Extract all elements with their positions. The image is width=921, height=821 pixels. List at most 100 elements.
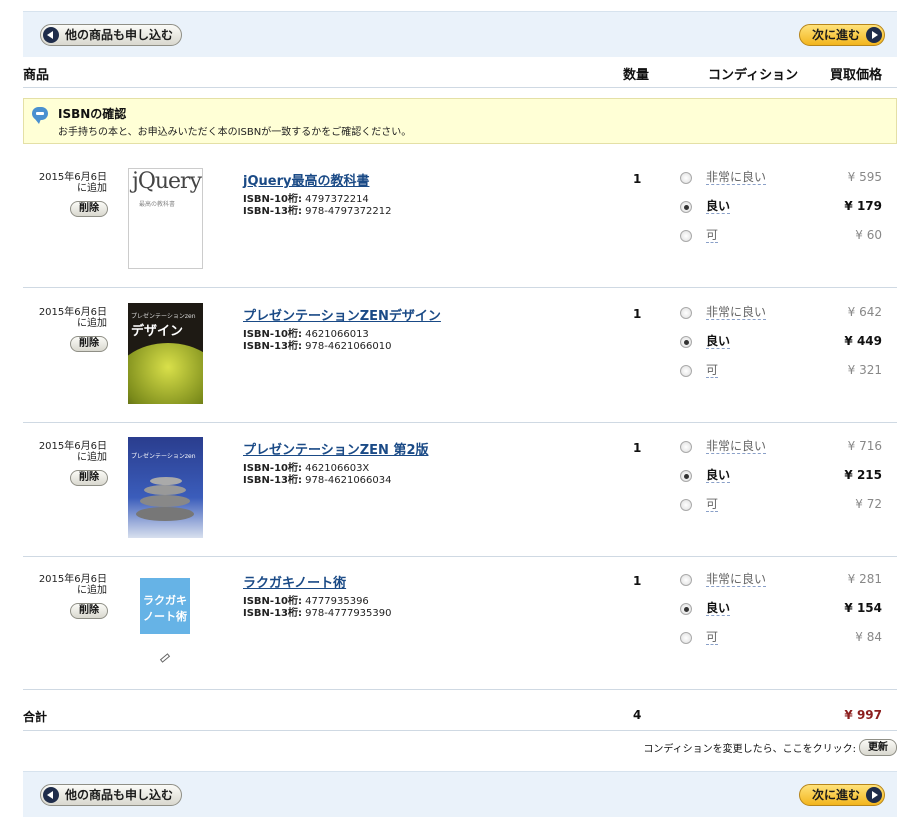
condition-option[interactable]: 非常に良い: [680, 571, 767, 589]
header-quantity: 数量: [623, 68, 650, 83]
update-hint: コンディションを変更したら、ここをクリック:: [643, 744, 856, 755]
table-header: 商品 数量 コンディション 買取価格: [23, 56, 897, 88]
isbn13-line: ISBN-13桁: 978-4621066034: [243, 475, 392, 486]
condition-price: ¥ 716: [847, 439, 882, 453]
item-quantity: 1: [633, 441, 642, 455]
delete-button[interactable]: 削除: [70, 603, 108, 619]
condition-label[interactable]: 非常に良い: [706, 440, 767, 454]
added-date: 2015年6月6日 に追加: [38, 307, 107, 329]
arrow-left-icon: [43, 786, 59, 803]
total-row: 合計 4 ¥ 997: [23, 700, 897, 731]
isbn13-line: ISBN-13桁: 978-4777935390: [243, 608, 392, 619]
condition-label[interactable]: 可: [706, 498, 719, 512]
next-step-button[interactable]: 次に進む: [798, 23, 885, 46]
radio-button[interactable]: [680, 307, 692, 319]
condition-price: ¥ 642: [847, 305, 882, 319]
back-shopping-button[interactable]: 他の商品も申し込む: [40, 783, 183, 806]
condition-label[interactable]: 可: [706, 631, 719, 645]
radio-button[interactable]: [680, 172, 692, 184]
condition-label[interactable]: 良い: [706, 335, 731, 349]
radio-button[interactable]: [680, 632, 692, 644]
radio-button[interactable]: [680, 441, 692, 453]
condition-price: ¥ 215: [844, 468, 882, 482]
condition-label[interactable]: 非常に良い: [706, 306, 767, 320]
condition-option[interactable]: 可: [680, 629, 719, 647]
condition-price: ¥ 179: [844, 199, 882, 213]
condition-option[interactable]: 良い: [680, 198, 731, 216]
total-price: ¥ 997: [844, 708, 882, 722]
table-row: 2015年6月6日 に追加削除 プレゼンテーションzen デザイン プレゼンテーションZ…: [23, 289, 897, 423]
update-area: コンディションを変更したら、ここをクリック: 更新: [643, 739, 897, 756]
book-title-link[interactable]: プレゼンテーションZENデザイン: [243, 305, 441, 324]
condition-price: ¥ 60: [855, 228, 882, 242]
speech-bubble-icon: [32, 107, 48, 124]
book-title-link[interactable]: ラクガキノート術: [243, 572, 346, 591]
total-quantity: 4: [633, 708, 642, 722]
delete-button[interactable]: 削除: [70, 201, 108, 217]
radio-button[interactable]: [680, 230, 692, 242]
table-row: 2015年6月6日 に追加 削除 ラクガキ ノート術 ラクガキノート術 ISBN-10桁: …: [23, 556, 897, 690]
radio-button[interactable]: [680, 499, 692, 511]
condition-price: ¥ 449: [844, 334, 882, 348]
item-quantity: 1: [633, 307, 642, 321]
condition-option[interactable]: 良い: [680, 467, 731, 485]
back-shopping-button[interactable]: 他の商品も申し込む: [40, 23, 183, 46]
condition-label[interactable]: 可: [706, 364, 719, 378]
item-quantity: 1: [633, 574, 642, 588]
radio-button[interactable]: [680, 365, 692, 377]
radio-button[interactable]: [680, 603, 692, 615]
item-quantity: 1: [633, 172, 642, 186]
condition-price: ¥ 154: [844, 601, 882, 615]
arrow-right-icon: [866, 26, 882, 43]
isbn-notice-title: ISBNの確認: [58, 107, 127, 121]
condition-label[interactable]: 非常に良い: [706, 573, 767, 587]
delete-button[interactable]: 削除: [70, 470, 108, 486]
update-button[interactable]: 更新: [859, 739, 897, 756]
table-row: 2015年6月6日 に追加削除 jQuery 最高の教科書 jQuery最高の教科書 IS…: [23, 154, 897, 288]
header-condition: コンディション: [708, 68, 799, 83]
top-nav-bar: 他の商品も申し込む 次に進む: [23, 11, 897, 57]
condition-option[interactable]: 可: [680, 227, 719, 245]
radio-button[interactable]: [680, 574, 692, 586]
bottom-nav-bar: 他の商品も申し込む 次に進む: [23, 771, 897, 817]
condition-label[interactable]: 良い: [706, 469, 731, 483]
isbn-notice-desc: お手持ちの本と、お申込みいただく本のISBNが一致するかをご確認ください。: [58, 127, 412, 138]
isbn13-line: ISBN-13桁: 978-4797372212: [243, 206, 392, 217]
condition-price: ¥ 321: [847, 363, 882, 377]
added-date: 2015年6月6日 に追加: [38, 441, 107, 463]
condition-option[interactable]: 非常に良い: [680, 304, 767, 322]
radio-button[interactable]: [680, 201, 692, 213]
book-title-link[interactable]: プレゼンテーションZEN 第2版: [243, 439, 429, 458]
condition-option[interactable]: 良い: [680, 600, 731, 618]
book-cover: ラクガキ ノート術: [128, 570, 203, 671]
arrow-right-icon: [866, 786, 882, 803]
next-step-button[interactable]: 次に進む: [798, 783, 885, 806]
condition-option[interactable]: 非常に良い: [680, 169, 767, 187]
book-cover: プレゼンテーションzen デザイン: [128, 303, 203, 404]
delete-button[interactable]: 削除: [70, 336, 108, 352]
condition-price: ¥ 84: [855, 630, 882, 644]
condition-label[interactable]: 可: [706, 229, 719, 243]
total-label: 合計: [23, 710, 48, 724]
condition-option[interactable]: 良い: [680, 333, 731, 351]
condition-option[interactable]: 可: [680, 362, 719, 380]
book-cover: jQuery 最高の教科書: [128, 168, 203, 269]
isbn-notice: ISBNの確認 お手持ちの本と、お申込みいただく本のISBNが一致するかをご確認…: [23, 98, 897, 144]
condition-price: ¥ 281: [847, 572, 882, 586]
radio-button[interactable]: [680, 470, 692, 482]
condition-label[interactable]: 良い: [706, 602, 731, 616]
condition-option[interactable]: 非常に良い: [680, 438, 767, 456]
book-cover: プレゼンテーションzen: [128, 437, 203, 538]
book-title-link[interactable]: jQuery最高の教科書: [243, 170, 369, 189]
condition-price: ¥ 595: [847, 170, 882, 184]
condition-label[interactable]: 良い: [706, 200, 731, 214]
header-price: 買取価格: [829, 68, 882, 83]
arrow-left-icon: [43, 26, 59, 43]
condition-label[interactable]: 非常に良い: [706, 171, 767, 185]
radio-button[interactable]: [680, 336, 692, 348]
added-date: 2015年6月6日 に追加: [38, 172, 107, 194]
header-product: 商品: [23, 68, 50, 83]
added-date: 2015年6月6日 に追加: [38, 574, 107, 596]
table-row: 2015年6月6日 に追加削除 プレゼンテーションzen プレゼンテーションZEN 第…: [23, 423, 897, 557]
condition-option[interactable]: 可: [680, 496, 719, 514]
